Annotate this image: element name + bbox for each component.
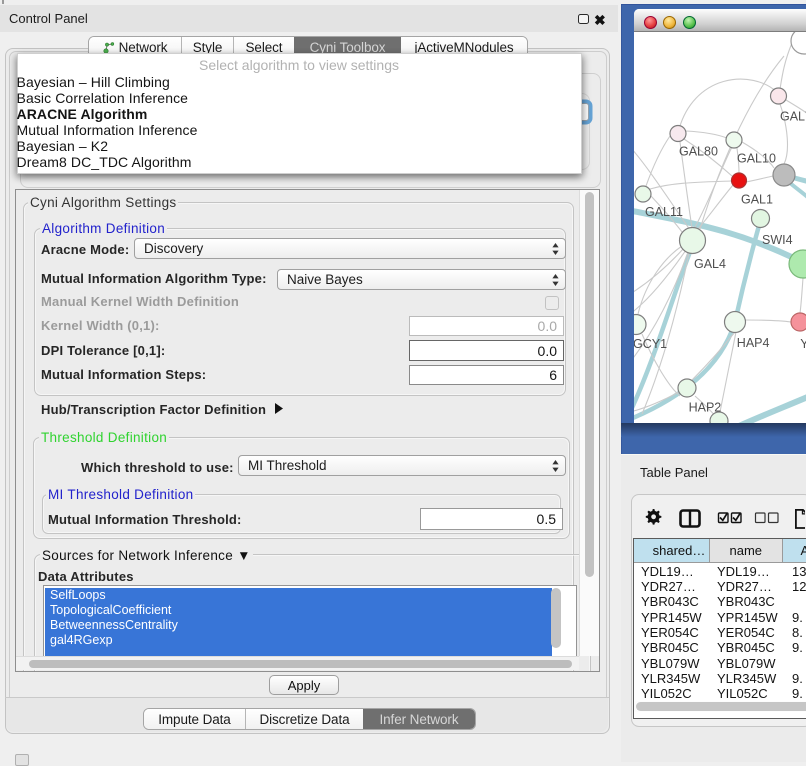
svg-text:SWI4: SWI4 xyxy=(762,233,793,247)
svg-text:GAL4: GAL4 xyxy=(694,257,726,271)
svg-text:HAP4: HAP4 xyxy=(737,336,770,350)
svg-text:GAL10: GAL10 xyxy=(737,152,776,166)
svg-text:HAP2: HAP2 xyxy=(689,401,722,415)
svg-text:GAL80: GAL80 xyxy=(679,145,718,159)
svg-text:GCY1: GCY1 xyxy=(634,337,667,351)
svg-text:Y: Y xyxy=(800,337,806,351)
svg-text:GAL1: GAL1 xyxy=(741,192,773,206)
svg-text:GAL7: GAL7 xyxy=(780,110,806,124)
svg-text:GAL11: GAL11 xyxy=(645,205,683,219)
